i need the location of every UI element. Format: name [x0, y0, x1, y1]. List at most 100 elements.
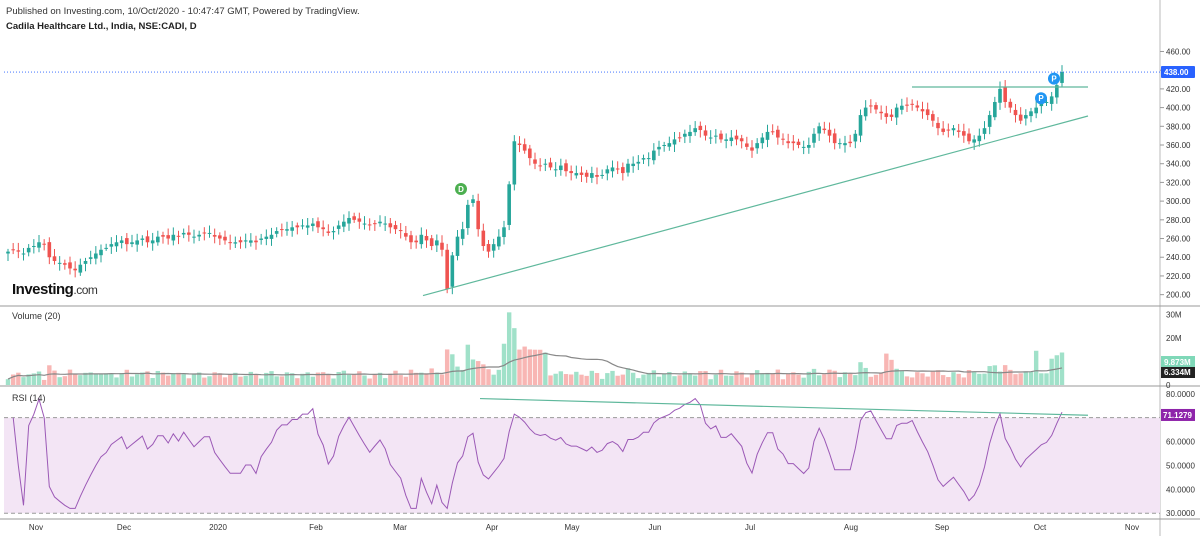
volume-bar [574, 371, 579, 385]
candle-body [409, 235, 413, 243]
candle-body [853, 133, 858, 142]
volume-bar [83, 372, 88, 385]
volume-bar [202, 377, 207, 385]
volume-bar [269, 371, 274, 385]
candle-body [16, 250, 21, 252]
x-tick-label: Oct [1034, 523, 1047, 532]
candle-body [672, 139, 677, 145]
candle-body [781, 138, 785, 140]
volume-bar [692, 375, 698, 385]
volume-bar [72, 373, 78, 385]
volume-bar [398, 375, 403, 385]
rsi-y-label: 50.0000 [1166, 461, 1195, 470]
candle-body [522, 144, 527, 151]
volume-bar [367, 378, 372, 385]
candle-body [42, 243, 46, 245]
last-price-label: 438.00 [1164, 68, 1189, 77]
volume-bar [620, 374, 626, 385]
volume-bar [331, 378, 336, 385]
volume-bar [553, 373, 558, 385]
volume-bar [129, 376, 135, 385]
candle-body [905, 104, 909, 106]
candle-body [677, 137, 682, 139]
volume-bar [496, 369, 502, 385]
candle-body [243, 240, 248, 242]
candle-body [874, 105, 878, 110]
volume-bar [243, 375, 248, 385]
candle-body [951, 128, 956, 131]
candle-body [171, 234, 176, 241]
candle-body [290, 227, 294, 231]
candle-body [791, 141, 796, 144]
candle-body [920, 109, 925, 112]
volume-bar [1028, 371, 1034, 385]
candle-body [801, 146, 806, 148]
volume-bar [651, 370, 657, 385]
volume-bar [780, 379, 786, 385]
volume-bar [920, 373, 925, 385]
volume-bar [114, 377, 119, 385]
candle-body [1029, 111, 1033, 117]
volume-bar [816, 375, 822, 385]
candle-body [471, 199, 475, 203]
volume-bar [176, 372, 181, 385]
candle-body [703, 130, 708, 136]
candle-body [316, 221, 320, 228]
volume-bar [610, 370, 615, 385]
volume-pane-title: Volume (20) [12, 311, 61, 321]
candle-body [440, 242, 444, 250]
volume-bar [992, 365, 998, 385]
volume-bar [827, 369, 832, 385]
candle-body [626, 163, 630, 173]
volume-bar [744, 377, 750, 385]
volume-bar [760, 373, 765, 385]
volume-bar [729, 375, 734, 385]
candle-body [962, 131, 966, 136]
candle-body [646, 158, 651, 160]
candle-body [719, 133, 723, 140]
y-tick-label: 260.00 [1166, 235, 1191, 244]
candle-body [615, 168, 620, 170]
candle-body [435, 240, 439, 246]
rsi-y-label: 60.0000 [1166, 438, 1195, 447]
volume-bar [52, 370, 57, 385]
candle-body [1049, 96, 1054, 104]
volume-bar [1033, 350, 1039, 385]
volume-bar [884, 353, 889, 385]
y-tick-label: 380.00 [1166, 122, 1191, 131]
volume-bar [961, 377, 967, 385]
volume-bar [641, 374, 646, 385]
candle-body [584, 172, 589, 177]
candle-body [212, 235, 217, 237]
x-tick-label: Feb [309, 523, 323, 532]
candle-body [6, 251, 10, 254]
rsi-y-label: 80.0000 [1166, 390, 1195, 399]
candle-body [373, 223, 377, 225]
volume-bar [801, 377, 806, 385]
candle-body [486, 244, 491, 252]
candle-body [822, 128, 827, 131]
volume-bar [997, 371, 1003, 385]
candle-body [910, 103, 914, 105]
volume-bar [98, 373, 104, 385]
volume-bar [403, 376, 409, 385]
volume-bar [527, 349, 533, 385]
volume-bar [605, 373, 610, 385]
candle-body [264, 236, 269, 239]
volume-bar [134, 374, 140, 385]
price-chart[interactable]: 460.00440.00420.00400.00380.00360.00340.… [0, 0, 1200, 536]
candle-body [109, 244, 114, 247]
volume-bar [754, 370, 760, 385]
x-tick-label: 2020 [209, 523, 227, 532]
rsi-pane: 80.000070.000060.000050.000040.000030.00… [4, 390, 1195, 518]
volume-bar [434, 372, 440, 385]
candle-body [1034, 107, 1038, 114]
y-tick-label: 300.00 [1166, 197, 1191, 206]
volume-bar [450, 354, 455, 385]
volume-bar [21, 377, 26, 385]
candle-body [207, 232, 212, 234]
candle-body [528, 148, 532, 159]
candle-body [68, 262, 72, 269]
candle-body [321, 227, 325, 230]
candle-body [745, 143, 749, 147]
